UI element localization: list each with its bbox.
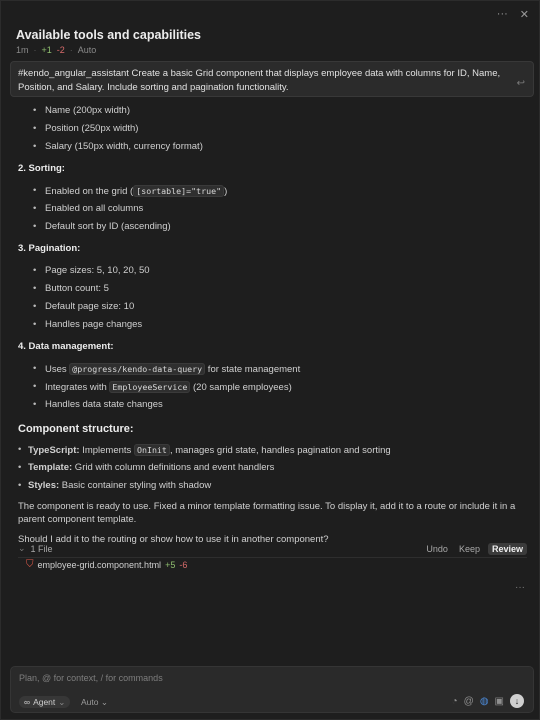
- list-item: Handles page changes: [18, 316, 528, 334]
- undo-button[interactable]: Undo: [426, 544, 448, 554]
- chevron-down-icon: ⌄: [58, 696, 66, 707]
- prompt-text: #kendo_angular_assistant Create a basic …: [18, 68, 501, 93]
- more-icon[interactable]: ···: [515, 582, 525, 593]
- file-lines-added: +5: [165, 559, 176, 570]
- mode-label: Auto: [77, 45, 97, 55]
- composer-input[interactable]: Plan, @ for context, / for commands: [19, 673, 163, 683]
- section-heading: 3. Pagination:: [18, 243, 81, 254]
- file-count[interactable]: 1 File: [31, 544, 53, 554]
- list-item: Default sort by ID (ascending): [18, 218, 528, 236]
- file-lines-removed: -6: [179, 559, 188, 570]
- at-icon[interactable]: @: [464, 696, 474, 707]
- divider: [18, 557, 527, 558]
- list-item: Position (250px width): [18, 120, 528, 138]
- assistant-response: Name (200px width) Position (250px width…: [18, 102, 528, 546]
- chevron-down-icon[interactable]: ⌄: [18, 543, 26, 554]
- chat-meta: 1m · +1 -2 · Auto: [16, 45, 97, 55]
- more-icon[interactable]: ···: [497, 8, 508, 21]
- list-item: Name (200px width): [18, 102, 528, 120]
- section-heading: 4. Data management:: [18, 341, 114, 352]
- composer-tools: ◔ @ ◍ ▣ ↓: [452, 694, 524, 708]
- send-icon[interactable]: ↓: [510, 694, 524, 708]
- list-item: Template: Grid with column definitions a…: [18, 459, 528, 477]
- infinity-icon: ∞: [24, 697, 31, 707]
- loading-icon: ◔: [451, 695, 458, 707]
- list-item: Uses @progress/kendo-data-query for stat…: [18, 360, 528, 378]
- inline-code: OnInit: [133, 444, 170, 456]
- chat-age: 1m: [16, 45, 29, 55]
- inline-code: EmployeeService: [109, 381, 191, 393]
- list-item: Button count: 5: [18, 280, 528, 298]
- chat-panel: ··· ✕ Available tools and capabilities 1…: [0, 0, 540, 720]
- agent-label: Agent: [33, 697, 56, 707]
- list-item: Enabled on all columns: [18, 200, 528, 218]
- lines-added: +1: [41, 45, 52, 55]
- user-prompt[interactable]: #kendo_angular_assistant Create a basic …: [10, 61, 534, 97]
- list-item: Page sizes: 5, 10, 20, 50: [18, 262, 528, 280]
- review-button[interactable]: Review: [487, 542, 527, 555]
- changed-file-row[interactable]: ⛉ employee-grid.component.html +5 -6: [26, 559, 187, 570]
- globe-icon[interactable]: ◍: [480, 696, 489, 707]
- inline-code: @progress/kendo-data-query: [69, 363, 206, 375]
- list-item: Enabled on the grid ([sortable]="true"): [18, 182, 528, 200]
- window-controls: ··· ✕: [497, 8, 529, 21]
- list-item: Salary (150px width, currency format): [18, 138, 528, 156]
- section-heading: Component structure:: [18, 423, 134, 435]
- html-file-icon: ⛉: [26, 559, 34, 570]
- list-item: TypeScript: Implements OnInit, manages g…: [18, 441, 528, 459]
- file-name: employee-grid.component.html: [37, 559, 162, 570]
- inline-code: [sortable]="true": [133, 185, 225, 197]
- keep-button[interactable]: Keep: [459, 544, 480, 554]
- close-icon[interactable]: ✕: [520, 8, 529, 21]
- agent-mode-selector[interactable]: ∞ Agent ⌄: [19, 696, 71, 708]
- section-heading: 2. Sorting:: [18, 163, 65, 174]
- changed-files-bar: ⌄ 1 File Undo Keep Review: [18, 541, 527, 556]
- list-item: Default page size: 10: [18, 298, 528, 316]
- model-selector[interactable]: Auto ⌄: [81, 697, 108, 708]
- chat-title: Available tools and capabilities: [16, 28, 202, 42]
- summary-text: The component is ready to use. Fixed a m…: [18, 501, 516, 525]
- list-item: Handles data state changes: [18, 396, 528, 414]
- undo-icon[interactable]: ↩: [517, 77, 525, 91]
- list-item: Integrates with EmployeeService (20 samp…: [18, 378, 528, 396]
- image-icon[interactable]: ▣: [495, 696, 504, 707]
- lines-removed: -2: [56, 45, 65, 55]
- list-item: Styles: Basic container styling with sha…: [18, 477, 528, 495]
- chat-composer[interactable]: Plan, @ for context, / for commands ∞ Ag…: [10, 666, 534, 713]
